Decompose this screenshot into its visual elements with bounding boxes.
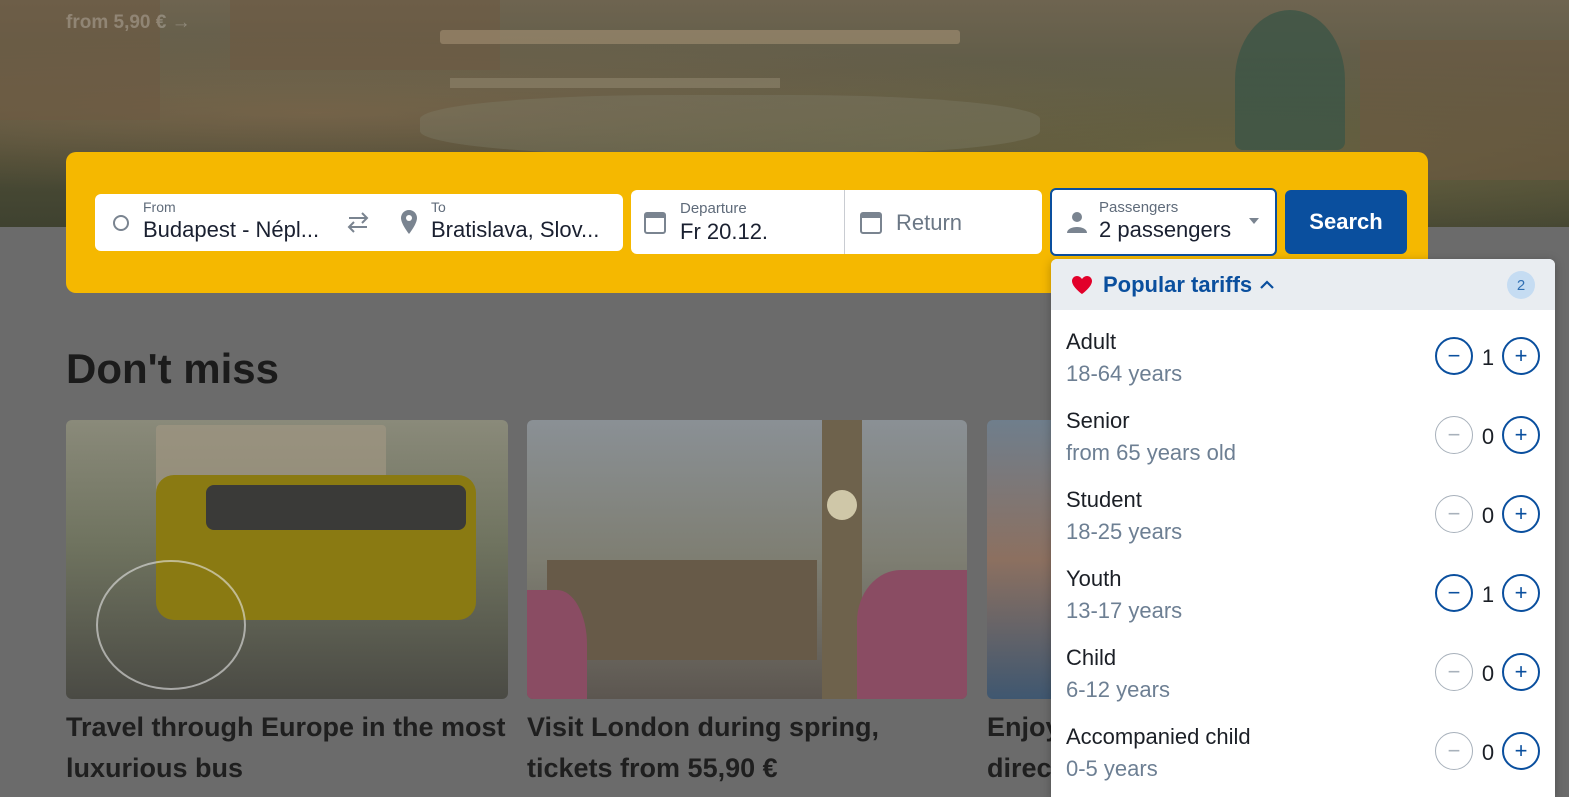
tariff-age-range: 18-64 years [1066, 361, 1183, 386]
tariff-count: 0 [1481, 661, 1495, 686]
card-title[interactable]: Travel through Europe in the most luxuri… [66, 707, 508, 789]
passengers-value: 2 passengers [1099, 217, 1232, 242]
decrement-button[interactable]: − [1435, 574, 1473, 612]
hero-bridge [440, 30, 960, 44]
tariff-row-senior: Senior from 65 years old − 0 + [1051, 408, 1555, 487]
from-input[interactable]: Budapest - Népl... [143, 217, 333, 243]
departure-label: Departure [680, 200, 747, 217]
tariff-age-range: 0-5 years [1066, 756, 1158, 781]
passenger-dropdown: Popular tariffs 2 Adult 18-64 years − 1 … [1051, 259, 1555, 797]
tariff-row-child: Child 6-12 years − 0 + [1051, 645, 1555, 724]
tariff-row-adult: Adult 18-64 years − 1 + [1051, 329, 1555, 408]
flowers-shape [527, 590, 587, 699]
heart-icon [1072, 275, 1092, 294]
passengers-label: Passengers [1099, 199, 1179, 216]
tariff-name: Child [1066, 645, 1117, 670]
increment-button[interactable]: + [1502, 732, 1540, 770]
tariff-row-youth: Youth 13-17 years − 1 + [1051, 566, 1555, 645]
card-image[interactable] [527, 420, 967, 699]
increment-button[interactable]: + [1502, 416, 1540, 454]
hero-river [420, 95, 1040, 155]
decrement-button[interactable]: − [1435, 495, 1473, 533]
destination-pin-icon [401, 210, 417, 234]
card-title[interactable]: Enjoy direc [987, 707, 1051, 789]
calendar-icon [644, 212, 666, 234]
tariff-name: Adult [1066, 329, 1117, 354]
origin-circle-icon [113, 215, 129, 231]
tariff-count: 1 [1481, 345, 1495, 370]
tariff-count: 1 [1481, 582, 1495, 607]
decrement-button[interactable]: − [1435, 732, 1473, 770]
departure-input[interactable]: Fr 20.12. [680, 219, 768, 245]
date-fields: Departure Fr 20.12. Return [631, 190, 1042, 254]
search-button[interactable]: Search [1285, 190, 1407, 254]
increment-button[interactable]: + [1502, 337, 1540, 375]
section-title: Don't miss [66, 345, 280, 392]
hero-bridge [450, 78, 780, 88]
hero-dome [1235, 10, 1345, 150]
increment-button[interactable]: + [1502, 495, 1540, 533]
tariff-count: 0 [1481, 424, 1495, 449]
tariff-count: 0 [1481, 503, 1495, 528]
increment-button[interactable]: + [1502, 653, 1540, 691]
decrement-button[interactable]: − [1435, 653, 1473, 691]
selected-count-badge: 2 [1507, 271, 1535, 299]
popular-tariffs-label: Popular tariffs [1103, 271, 1253, 297]
tariff-count: 0 [1481, 740, 1495, 765]
date-divider [844, 190, 845, 254]
tariff-row-accompanied-child: Accompanied child 0-5 years − 0 + [1051, 724, 1555, 797]
clock-shape [827, 490, 857, 520]
bus-windows [206, 485, 466, 530]
person-icon [1067, 212, 1087, 233]
tariff-age-range: 13-17 years [1066, 598, 1183, 623]
to-input[interactable]: Bratislava, Slov... [431, 217, 611, 243]
tariff-name: Senior [1066, 408, 1130, 433]
caret-down-icon [1249, 218, 1259, 224]
swap-icon[interactable] [345, 210, 371, 234]
tariff-age-range: 6-12 years [1066, 677, 1170, 702]
return-input[interactable]: Return [896, 210, 962, 236]
card-image[interactable] [66, 420, 508, 699]
tariff-name: Student [1066, 487, 1142, 512]
card-title[interactable]: Visit London during spring, tickets from… [527, 707, 967, 789]
from-label: From [143, 199, 176, 215]
tariff-name: Accompanied child [1066, 724, 1251, 749]
tariff-name: Youth [1066, 566, 1122, 591]
tariff-row-student: Student 18-25 years − 0 + [1051, 487, 1555, 566]
calendar-icon [860, 212, 882, 234]
chevron-up-icon [1260, 279, 1274, 289]
increment-button[interactable]: + [1502, 574, 1540, 612]
flowers-shape [857, 570, 967, 699]
to-label: To [431, 199, 446, 215]
seat-outline [96, 560, 246, 690]
tower-shape [822, 420, 862, 699]
decrement-button[interactable]: − [1435, 337, 1473, 375]
tariff-age-range: from 65 years old [1066, 440, 1236, 465]
tariff-age-range: 18-25 years [1066, 519, 1183, 544]
popular-tariffs-toggle[interactable]: Popular tariffs 2 [1051, 259, 1555, 310]
route-fields: From Budapest - Népl... To Bratislava, S… [95, 194, 623, 251]
passengers-select[interactable]: Passengers 2 passengers [1050, 188, 1277, 256]
hero-promo-link[interactable]: from 5,90 € → [66, 12, 191, 34]
decrement-button[interactable]: − [1435, 416, 1473, 454]
parliament-shape [547, 560, 817, 660]
